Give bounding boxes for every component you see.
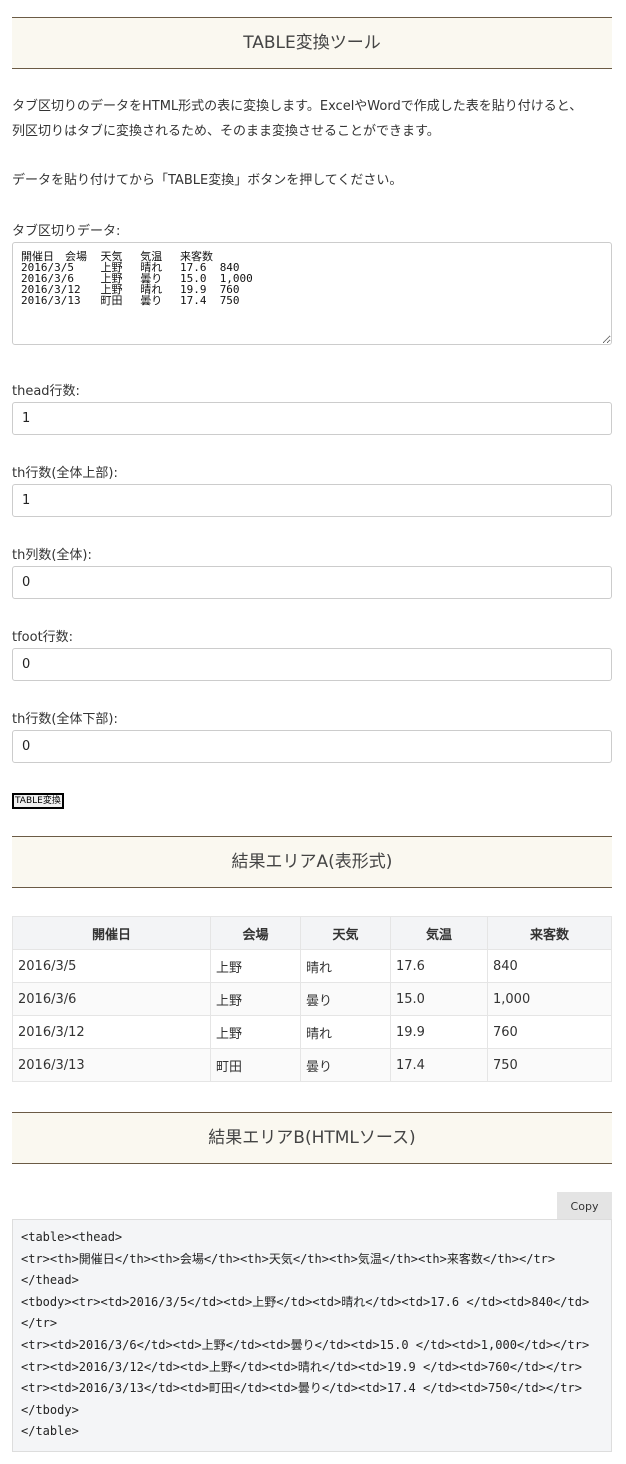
th-cols-input[interactable] (12, 566, 612, 599)
table-cell: 2016/3/5 (12, 949, 211, 983)
copy-button[interactable]: Copy (557, 1192, 612, 1220)
table-cell: 2016/3/13 (12, 1048, 211, 1082)
page-title: TABLE変換ツール (12, 17, 612, 69)
intro-text: タブ区切りのデータをHTML形式の表に変換します。ExcelやWordで作成した… (12, 94, 612, 144)
intro-line-2: 列区切りはタブに変換されるため、そのまま変換させることができます。 (12, 124, 440, 139)
table-cell: 17.6 (390, 949, 488, 983)
th-bottom-rows-input[interactable] (12, 730, 612, 763)
thead-rows-label: thead行数: (12, 384, 80, 399)
table-cell: 上野 (210, 949, 301, 983)
table-cell: 上野 (210, 982, 301, 1016)
table-header-cell: 気温 (390, 916, 488, 950)
table-cell: 晴れ (300, 949, 391, 983)
table-row: 2016/3/13 町田 曇り 17.4 750 (12, 1048, 612, 1082)
table-cell: 750 (487, 1048, 612, 1082)
table-cell: 2016/3/12 (12, 1015, 211, 1049)
result-table: 開催日 会場 天気 気温 来客数 2016/3/5 上野 晴れ 17.6 840… (12, 916, 612, 1082)
thead-rows-input[interactable] (12, 402, 612, 435)
table-cell: 19.9 (390, 1015, 488, 1049)
th-cols-label: th列数(全体): (12, 548, 92, 563)
table-convert-button[interactable]: TABLE変換 (12, 793, 64, 809)
table-cell: 760 (487, 1015, 612, 1049)
table-cell: 曇り (300, 1048, 391, 1082)
table-cell: 町田 (210, 1048, 301, 1082)
table-cell: 2016/3/6 (12, 982, 211, 1016)
tsv-label: タブ区切りデータ: (12, 224, 121, 239)
html-source-output[interactable]: <table><thead> <tr><th>開催日</th><th>会場</t… (12, 1219, 612, 1452)
result-b-title: 結果エリアB(HTMLソース) (12, 1112, 612, 1164)
table-cell: 曇り (300, 982, 391, 1016)
result-a-title: 結果エリアA(表形式) (12, 836, 612, 888)
table-header-cell: 天気 (300, 916, 391, 950)
intro-instruction: データを貼り付けてから「TABLE変換」ボタンを押してください。 (12, 173, 403, 188)
table-cell: 840 (487, 949, 612, 983)
table-header-row: 開催日 会場 天気 気温 来客数 (12, 916, 612, 950)
tfoot-rows-label: tfoot行数: (12, 630, 74, 645)
table-cell: 上野 (210, 1015, 301, 1049)
tfoot-rows-input[interactable] (12, 648, 612, 681)
table-header-cell: 開催日 (12, 916, 211, 950)
table-header-cell: 会場 (210, 916, 301, 950)
th-top-rows-label: th行数(全体上部): (12, 466, 118, 481)
intro-line-1: タブ区切りのデータをHTML形式の表に変換します。ExcelやWordで作成した… (12, 99, 583, 114)
table-header-cell: 来客数 (487, 916, 612, 950)
table-row: 2016/3/5 上野 晴れ 17.6 840 (12, 949, 612, 983)
tsv-input[interactable]: 開催日 会場 天気 気温 来客数 2016/3/5 上野 晴れ 17.6 840… (12, 242, 612, 345)
table-cell: 17.4 (390, 1048, 488, 1082)
table-row: 2016/3/12 上野 晴れ 19.9 760 (12, 1015, 612, 1049)
th-bottom-rows-label: th行数(全体下部): (12, 712, 118, 727)
table-cell: 15.0 (390, 982, 488, 1016)
table-row: 2016/3/6 上野 曇り 15.0 1,000 (12, 982, 612, 1016)
table-cell: 1,000 (487, 982, 612, 1016)
th-top-rows-input[interactable] (12, 484, 612, 517)
table-cell: 晴れ (300, 1015, 391, 1049)
page: TABLE変換ツール タブ区切りのデータをHTML形式の表に変換します。Exce… (0, 0, 626, 1464)
